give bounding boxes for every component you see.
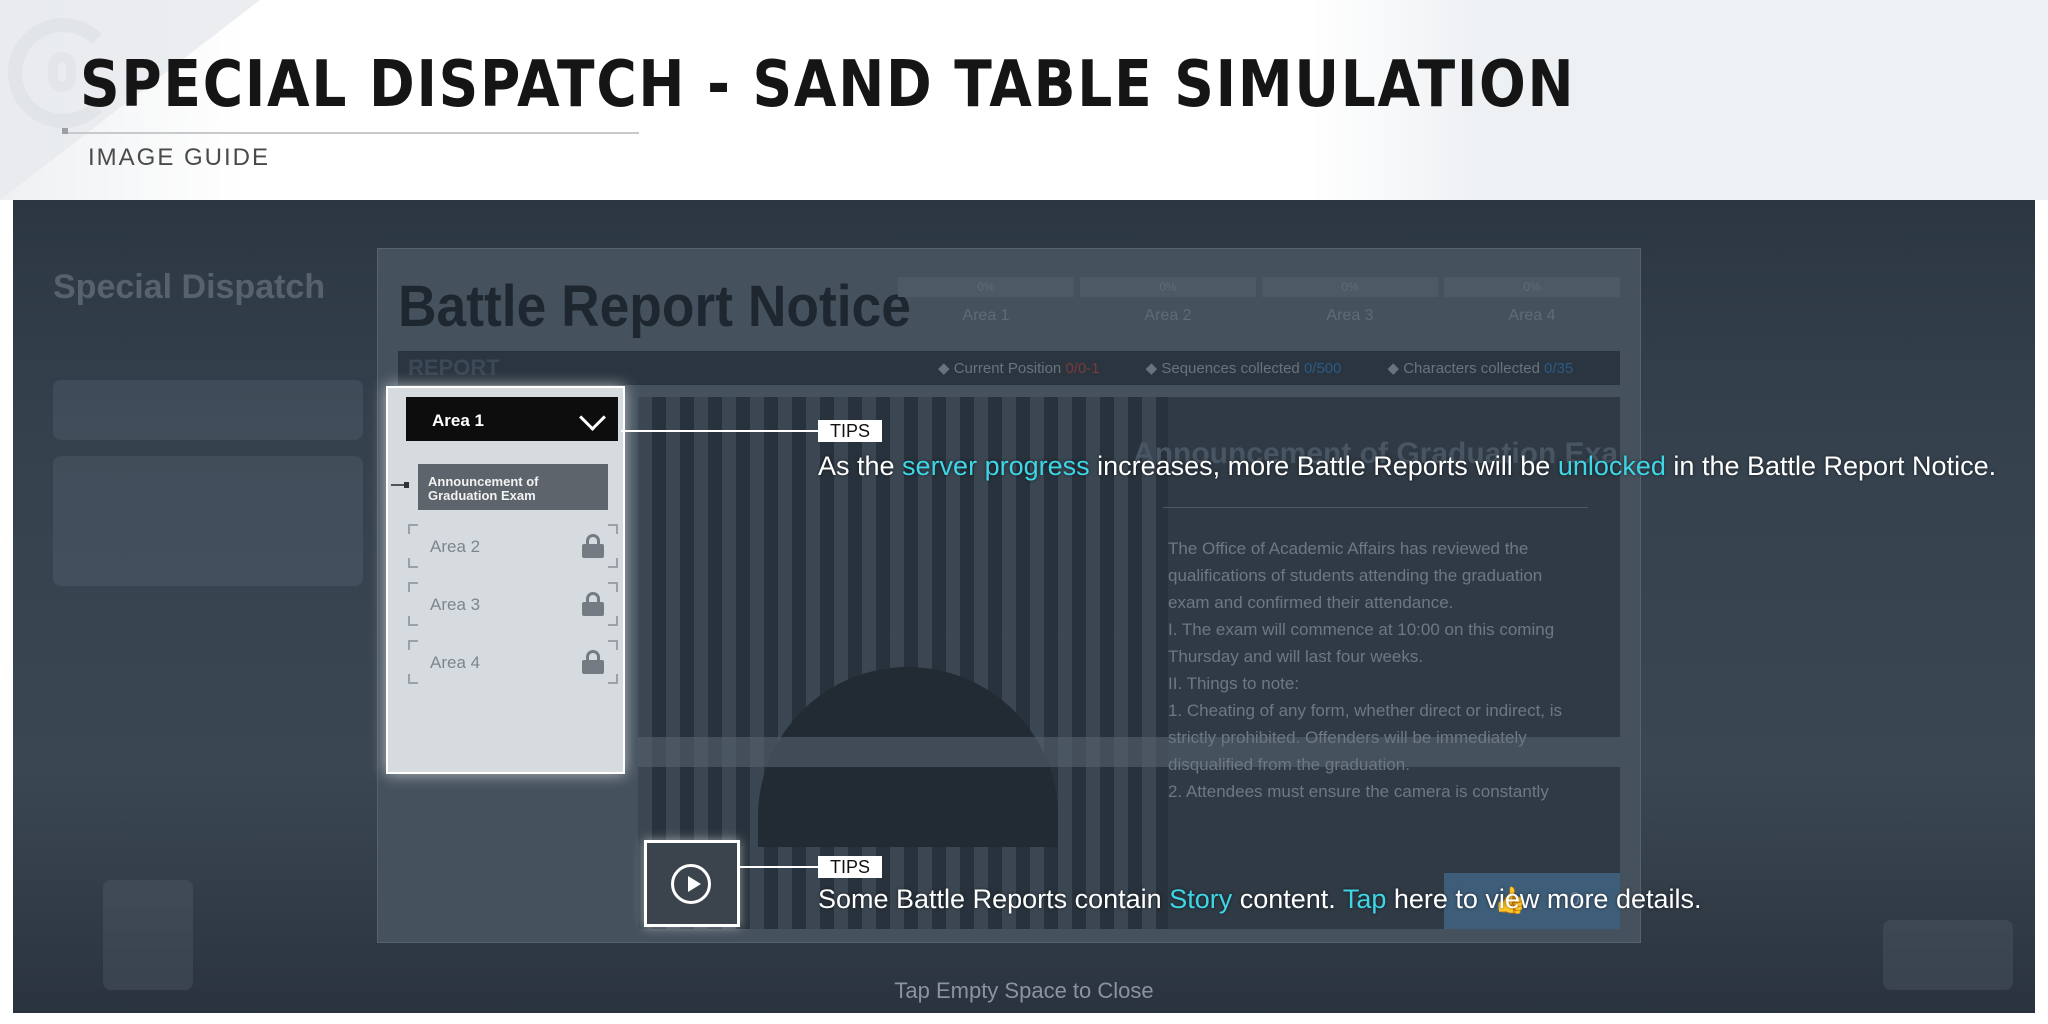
lock-icon	[582, 592, 604, 616]
locked-area-label: Area 3	[430, 595, 481, 614]
chevron-down-icon	[579, 404, 606, 431]
tip-text-part: Some Battle Reports contain	[818, 884, 1170, 914]
tip-highlight: unlocked	[1557, 451, 1666, 481]
corner-bracket	[608, 616, 618, 626]
current-position-stat: ◆ Current Position 0/0-1	[938, 360, 1100, 377]
locked-area-label: Area 4	[430, 653, 481, 672]
report-list-item[interactable]: Announcement of Graduation Exam	[418, 464, 608, 510]
area-tab[interactable]: 0% Area 1	[898, 277, 1074, 343]
background-panel	[53, 456, 363, 586]
locked-area-item[interactable]: Area 2	[408, 524, 618, 568]
area-dropdown[interactable]: Area 1	[406, 397, 618, 441]
tip-highlight: Tap	[1342, 884, 1387, 914]
area-sidebar: Area 1 Announcement of Graduation Exam A…	[386, 386, 625, 774]
area-dropdown-value: Area 1	[432, 411, 484, 430]
close-hint[interactable]: Tap Empty Space to Close	[13, 978, 2035, 1004]
area-tab-percent: 0%	[1444, 277, 1620, 297]
corner-bracket	[408, 582, 418, 592]
sequences-value: 0/500	[1303, 360, 1342, 377]
collection-stats: ◆ Current Position 0/0-1 ◆ Sequences col…	[938, 359, 1573, 377]
corner-bracket	[608, 640, 618, 650]
locked-area-label: Area 2	[430, 537, 481, 556]
tip-text: Some Battle Reports contain Story conten…	[818, 884, 1702, 915]
area-tab[interactable]: 0% Area 3	[1262, 277, 1438, 343]
tip-highlight: server progress	[902, 451, 1090, 481]
corner-bracket	[408, 674, 418, 684]
play-icon	[671, 864, 711, 904]
locked-area-item[interactable]: Area 3	[408, 582, 618, 626]
corner-bracket	[408, 558, 418, 568]
background-menu-title: Special Dispatch	[53, 268, 326, 306]
area-tab-label: Area 2	[1144, 307, 1192, 324]
area-tab[interactable]: 0% Area 4	[1444, 277, 1620, 343]
corner-bracket	[608, 524, 618, 534]
area-tab-percent: 0%	[898, 277, 1074, 297]
tips-tag: TIPS	[818, 856, 883, 878]
dialog-title: Battle Report Notice	[398, 274, 911, 339]
area-tab-label: Area 1	[962, 307, 1010, 324]
lock-body	[582, 660, 604, 674]
callout-leader-line	[740, 866, 819, 868]
corner-bracket	[408, 524, 418, 534]
area-tab-percent: 0%	[1080, 277, 1256, 297]
characters-label: Characters collected	[1403, 360, 1540, 377]
sequences-label: Sequences collected	[1161, 360, 1300, 377]
area-tab-label: Area 3	[1326, 307, 1374, 324]
title-divider-marker	[62, 128, 68, 134]
locked-area-item[interactable]: Area 4	[408, 640, 618, 684]
page-subtitle: IMAGE GUIDE	[88, 144, 271, 171]
tips-tag: TIPS	[818, 420, 883, 442]
tip-highlight: Story	[1169, 884, 1233, 914]
play-triangle	[688, 876, 701, 892]
tip-text-part: here to view more details.	[1386, 884, 1702, 914]
callout-leader-line	[621, 430, 819, 432]
tip-text-part: As the	[818, 451, 903, 481]
corner-bracket	[608, 674, 618, 684]
area-tab[interactable]: 0% Area 2	[1080, 277, 1256, 343]
title-divider	[64, 132, 639, 134]
tip-text-part: increases, more Battle Reports will be	[1089, 451, 1558, 481]
report-document-divider	[1163, 507, 1588, 508]
story-play-button[interactable]	[644, 840, 740, 927]
tip-text-part: content.	[1232, 884, 1343, 914]
corner-bracket	[608, 582, 618, 592]
current-position-value: 0/0-1	[1065, 360, 1100, 377]
lock-icon	[582, 650, 604, 674]
current-position-label: Current Position	[953, 360, 1062, 377]
corner-bracket	[408, 616, 418, 626]
page-title: SPECIAL DISPATCH - SAND TABLE SIMULATION	[80, 48, 1576, 122]
report-status-bar: REPORT ◆ Current Position 0/0-1 ◆ Sequen…	[398, 351, 1620, 385]
lock-icon	[582, 534, 604, 558]
area-tab-label: Area 4	[1508, 307, 1556, 324]
tip-text: As the server progress increases, more B…	[818, 451, 1996, 482]
tip-text-part: in the Battle Report Notice.	[1665, 451, 1997, 481]
background-panel	[53, 380, 363, 440]
area-progress-tabs: 0% Area 1 0% Area 2 0% Area 3 0% Area 4	[898, 277, 1620, 343]
area-tab-percent: 0%	[1262, 277, 1438, 297]
characters-value: 0/35	[1544, 360, 1574, 377]
lock-body	[582, 602, 604, 616]
corner-bracket	[408, 640, 418, 650]
report-label: REPORT	[408, 355, 500, 380]
characters-stat: ◆ Characters collected 0/35	[1387, 360, 1574, 377]
corner-bracket	[608, 558, 618, 568]
lock-body	[582, 544, 604, 558]
background-icon	[103, 880, 193, 990]
sequences-stat: ◆ Sequences collected 0/500	[1145, 360, 1342, 377]
report-document-body: The Office of Academic Affairs has revie…	[1168, 539, 1563, 801]
watermark-logo-detail	[48, 52, 76, 92]
selection-marker	[391, 482, 409, 488]
